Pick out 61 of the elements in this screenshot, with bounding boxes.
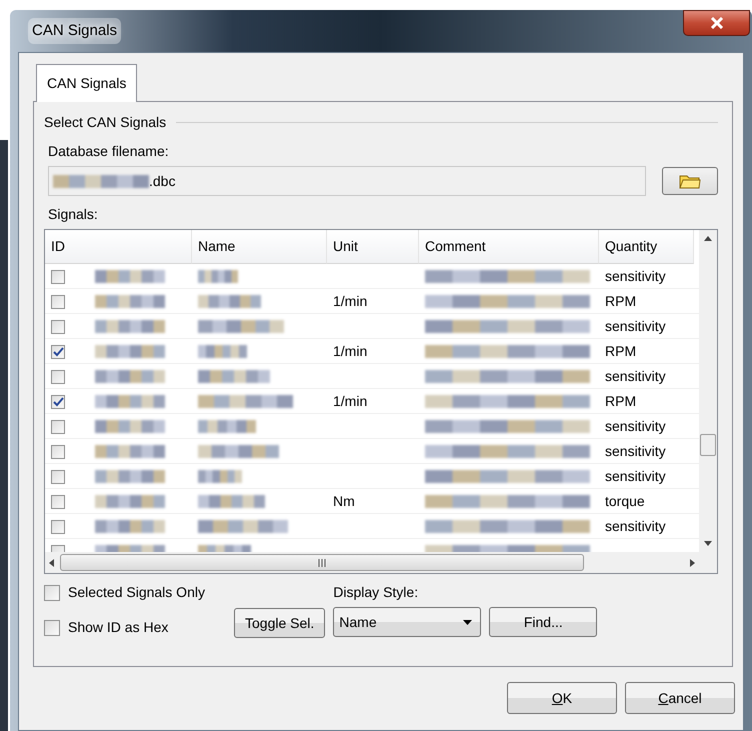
table-cell-text: sensitivity bbox=[605, 467, 666, 486]
table-cell-text: sensitivity bbox=[605, 517, 666, 536]
table-cell-text: RPM bbox=[605, 392, 636, 411]
column-header[interactable]: ID bbox=[45, 230, 192, 264]
cancel-button[interactable]: Cancel bbox=[625, 682, 735, 714]
scroll-left-icon bbox=[49, 558, 54, 566]
display-style-dropdown[interactable]: Name bbox=[333, 607, 482, 637]
column-header[interactable]: Comment bbox=[419, 230, 599, 264]
column-header[interactable]: Unit bbox=[327, 230, 419, 264]
close-button[interactable] bbox=[683, 10, 750, 36]
scroll-thumb[interactable] bbox=[700, 434, 716, 456]
checkbox[interactable] bbox=[51, 270, 65, 284]
horizontal-scrollbar[interactable] bbox=[45, 552, 699, 573]
table-cell-text: 1/min bbox=[333, 392, 368, 411]
tab[interactable]: CAN Signals bbox=[36, 64, 138, 102]
checkbox[interactable] bbox=[51, 420, 65, 434]
checkbox[interactable] bbox=[51, 494, 65, 508]
filename-field[interactable]: .dbc bbox=[48, 166, 646, 196]
list-label: Signals: bbox=[48, 205, 99, 224]
checkbox-label: Show ID as Hex bbox=[68, 618, 168, 637]
table-cell-text: sensitivity bbox=[605, 442, 666, 461]
table-cell-text: 1/min bbox=[333, 342, 368, 361]
table-cell-text: sensitivity bbox=[605, 267, 666, 286]
group-title: Select CAN Signals bbox=[44, 113, 166, 132]
table-cell-text: Nm bbox=[333, 492, 355, 511]
ok-button[interactable]: OK bbox=[507, 682, 617, 714]
table-cell-text: sensitivity bbox=[605, 417, 666, 436]
toggle-selection-button[interactable]: Toggle Sel. bbox=[234, 608, 326, 638]
table-cell-text: torque bbox=[605, 492, 645, 511]
field-label: Display Style: bbox=[333, 583, 420, 602]
browse-button[interactable] bbox=[662, 167, 718, 195]
find-button[interactable]: Find... bbox=[489, 607, 598, 637]
window-title: CAN Signals bbox=[28, 18, 122, 44]
scroll-down-icon bbox=[704, 541, 712, 546]
vertical-scrollbar[interactable] bbox=[699, 230, 717, 552]
table-cell-text: RPM bbox=[605, 342, 636, 361]
checkbox[interactable] bbox=[51, 344, 65, 358]
field-label: Database filename: bbox=[48, 142, 170, 161]
column-header[interactable]: Name bbox=[192, 230, 327, 264]
scroll-right-icon bbox=[690, 558, 695, 566]
scroll-up-icon bbox=[704, 236, 712, 241]
checkbox[interactable] bbox=[51, 444, 65, 458]
checkbox[interactable] bbox=[51, 294, 65, 308]
checkbox[interactable] bbox=[44, 584, 60, 600]
checkbox[interactable] bbox=[44, 620, 60, 636]
checkbox[interactable] bbox=[51, 470, 65, 484]
folder-icon bbox=[679, 173, 701, 189]
checkbox[interactable] bbox=[51, 520, 65, 534]
checkbox[interactable] bbox=[51, 320, 65, 334]
checkbox[interactable] bbox=[51, 370, 65, 384]
checkbox[interactable] bbox=[51, 394, 65, 408]
table-cell-text: sensitivity bbox=[605, 367, 666, 386]
caret-icon bbox=[463, 620, 472, 624]
table-cell-text: RPM bbox=[605, 292, 636, 311]
table-cell-text: 1/min bbox=[333, 292, 368, 311]
scroll-thumb[interactable] bbox=[60, 554, 584, 571]
checkbox-label: Selected Signals Only bbox=[68, 583, 205, 602]
table-cell-text: sensitivity bbox=[605, 317, 666, 336]
column-header[interactable]: Quantity bbox=[599, 230, 694, 264]
close-icon bbox=[710, 17, 724, 29]
grip-icon bbox=[318, 558, 326, 566]
